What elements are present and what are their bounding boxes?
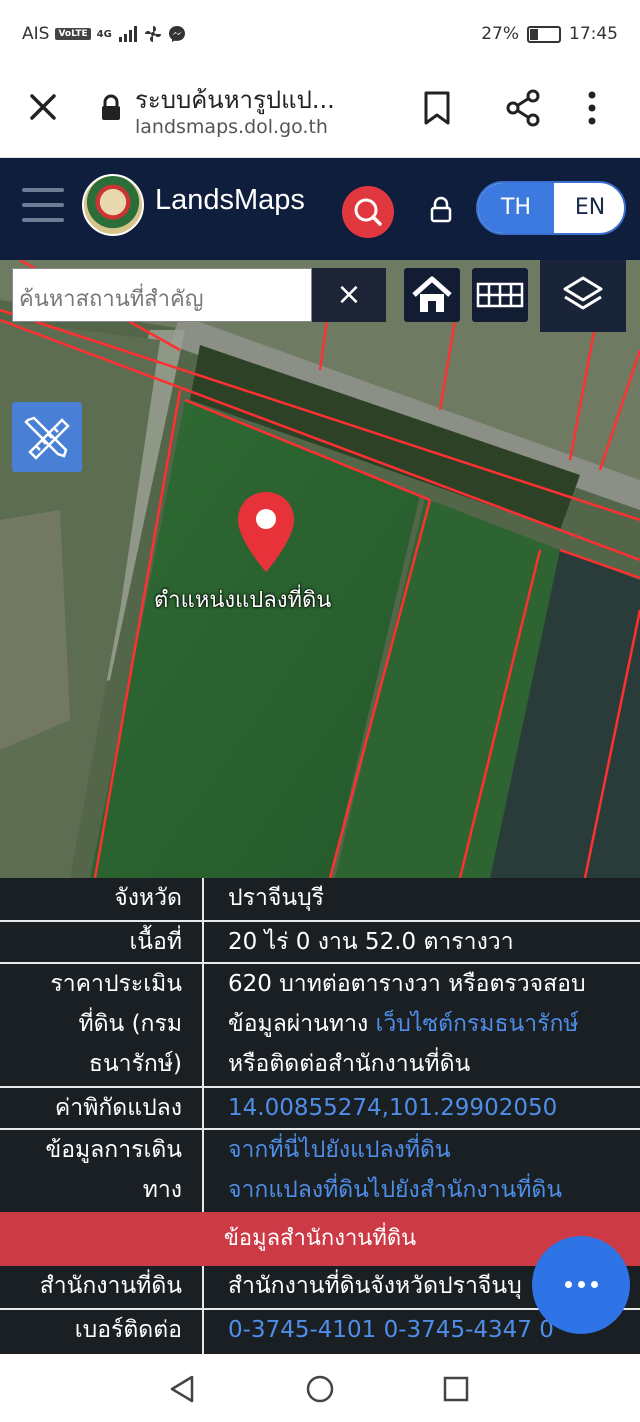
satellite-map [0,260,640,878]
province-label: จังหวัด [0,878,204,920]
coords-row: ค่าพิกัดแปลง 14.00855274,101.29902050 [0,1088,640,1130]
messenger-icon [168,26,185,42]
phone-label: เบอร์ติดต่อ [0,1310,204,1354]
clock: 17:45 [569,24,618,44]
volte-badge: VoLTE [55,28,91,40]
more-vert-icon[interactable] [586,88,598,128]
layers-button[interactable] [540,260,626,332]
battery-icon [527,25,561,43]
travel-row: ข้อมูลการเดิน ทาง จากที่นี่ไปยังแปลงที่ด… [0,1130,640,1212]
menu-icon[interactable] [22,188,64,224]
office-label: สำนักงานที่ดิน [0,1266,204,1308]
ruler-pencil-icon [24,416,70,460]
search-icon [354,198,382,226]
home-nav-icon[interactable] [305,1374,335,1404]
network-label: 4G [96,28,112,40]
pin-label: ตำแหน่งแปลงที่ดิน [154,588,332,613]
area-row: เนื้อที่ 20 ไร่ 0 งาน 52.0 ตารางวา [0,922,640,964]
province-row: จังหวัด ปราจีนบุรี [0,878,640,922]
login-lock-icon[interactable] [428,196,454,224]
layers-icon [563,276,603,310]
system-nav-bar [0,1354,640,1422]
lang-th-button[interactable]: TH [478,183,554,233]
lang-en-button[interactable]: EN [554,183,624,233]
search-input[interactable]: ค้นหาสถานที่สำคัญ [12,268,312,322]
page-url[interactable]: landsmaps.dol.go.th [135,116,328,138]
treasury-website-link[interactable]: เว็บไซต์กรมธนารักษ์ [376,1011,579,1037]
home-button[interactable] [404,268,460,322]
app-header: LandsMaps TH EN [0,158,640,260]
more-actions-fab[interactable] [532,1236,630,1334]
price-value: 620 บาทต่อตารางวา หรือตรวจสอบ ข้อมูลผ่าน… [228,971,586,1077]
price-row: ราคาประเมิน ที่ดิน (กรม ธนารักษ์) 620 บา… [0,964,640,1088]
clear-search-button[interactable]: × [312,268,386,322]
grid-icon [476,282,524,308]
page-title[interactable]: ระบบค้นหารูปแป... [135,80,335,119]
map-pin-icon[interactable] [234,488,298,576]
search-button[interactable] [342,186,394,238]
price-label: ราคาประเมิน ที่ดิน (กรม ธนารักษ์) [0,964,204,1086]
battery-percent: 27% [481,24,519,44]
home-icon [412,276,452,312]
province-value: ปราจีนบุรี [228,885,325,911]
bookmark-icon[interactable] [422,90,452,126]
carrier-label: AIS [22,24,50,44]
status-right: 27% 17:45 [481,24,618,44]
coords-label: ค่าพิกัดแปลง [0,1088,204,1128]
fan-icon [144,26,161,42]
area-label: เนื้อที่ [0,922,204,962]
coords-link[interactable]: 14.00855274,101.29902050 [228,1088,630,1128]
browser-toolbar: ระบบค้นหารูปแป... landsmaps.dol.go.th [0,66,640,158]
directions-to-parcel-link[interactable]: จากที่นี่ไปยังแปลงที่ดิน [228,1130,630,1170]
status-bar: AIS VoLTE 4G 27% 17:45 [0,0,640,66]
brand-name: LandsMaps [155,184,305,216]
signal-icon [118,26,137,42]
close-icon[interactable] [26,90,60,124]
more-horiz-icon [565,1281,598,1288]
area-value: 20 ไร่ 0 งาน 52.0 ตารางวา [228,929,514,955]
department-logo [82,174,144,236]
status-left: AIS VoLTE 4G [22,24,186,44]
map-view[interactable]: ค้นหาสถานที่สำคัญ × ตำแหน่งแปลงที่ดิน [0,260,640,878]
lock-icon[interactable] [100,94,122,122]
recents-icon[interactable] [442,1375,470,1403]
travel-label: ข้อมูลการเดิน ทาง [0,1130,204,1212]
language-toggle[interactable]: TH EN [476,181,626,235]
grid-button[interactable] [472,268,528,322]
back-icon[interactable] [168,1374,196,1404]
share-icon[interactable] [504,88,542,128]
measure-tool-button[interactable] [12,402,82,472]
directions-to-office-link[interactable]: จากแปลงที่ดินไปยังสำนักงานที่ดิน [228,1170,630,1210]
